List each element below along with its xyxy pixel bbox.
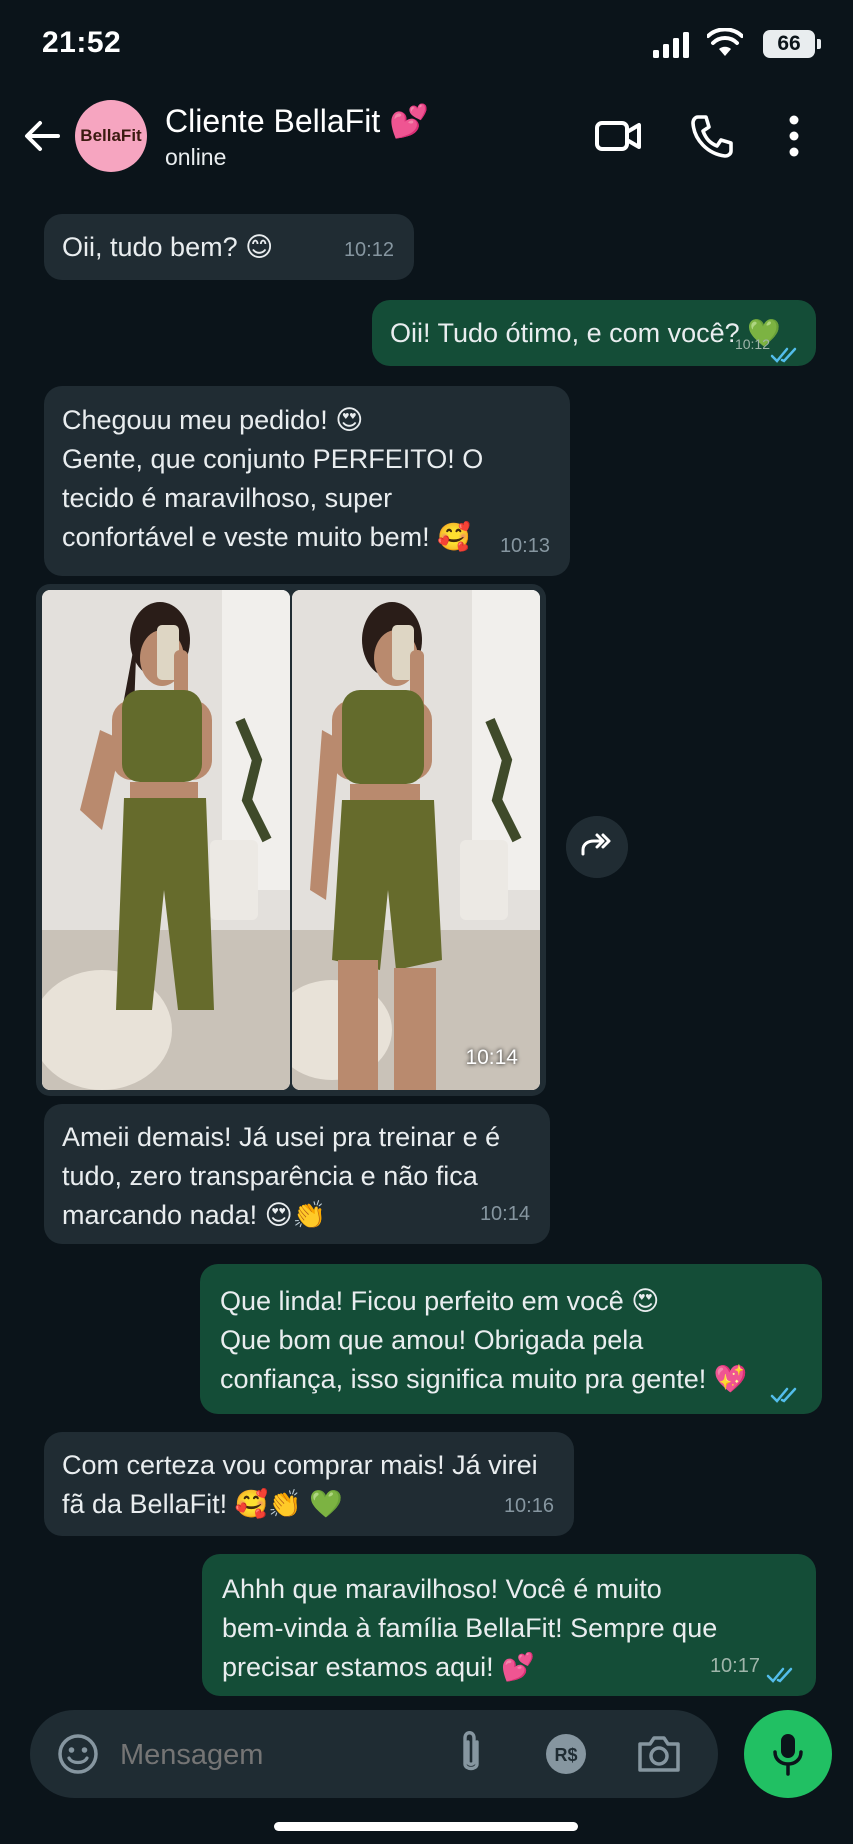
photo-2-image xyxy=(292,590,540,1090)
message-line: confortável e veste muito bem! 🥰 xyxy=(62,522,471,552)
message-line: fã da BellaFit! 🥰👏 💚 xyxy=(62,1489,343,1519)
message-line: Gente, que conjunto PERFEITO! O xyxy=(62,444,484,474)
read-ticks-icon xyxy=(770,1387,797,1403)
wifi-icon xyxy=(707,28,743,56)
phone-icon[interactable] xyxy=(688,112,736,160)
message-input[interactable] xyxy=(118,1728,422,1782)
message-time: 10:16 xyxy=(503,1495,554,1517)
photo-1-image xyxy=(42,590,290,1090)
signal-icon xyxy=(653,32,689,58)
avatar[interactable]: BellaFit xyxy=(75,100,147,172)
message-line: bem-vinda à família BellaFit! Sempre que xyxy=(222,1613,718,1643)
message-time: 10:12 xyxy=(343,239,394,261)
battery-indicator: 66 xyxy=(763,30,821,58)
status-time: 21:52 xyxy=(42,26,122,59)
home-indicator[interactable] xyxy=(274,1822,578,1831)
message-time: 10:14 xyxy=(479,1203,530,1225)
video-call-icon[interactable] xyxy=(594,112,642,160)
message-line: Com certeza vou comprar mais! Já virei xyxy=(62,1450,538,1480)
photo-time: 10:14 xyxy=(465,1046,518,1069)
message-line: tecido é maravilhoso, super xyxy=(62,483,393,513)
svg-text:R$: R$ xyxy=(554,1745,577,1765)
message-line: Que linda! Ficou perfeito em você 😍 xyxy=(220,1286,660,1316)
message-outgoing[interactable]: Que linda! Ficou perfeito em você 😍 Que … xyxy=(200,1264,822,1414)
contact-name[interactable]: Cliente BellaFit 💕 xyxy=(165,102,429,140)
message-line: Que bom que amou! Obrigada pela xyxy=(220,1325,644,1355)
payment-icon[interactable]: R$ xyxy=(544,1732,588,1776)
message-line: marcando nada! 😍👏 xyxy=(62,1200,327,1230)
message-incoming[interactable]: Oii, tudo bem? 😊 10:12 xyxy=(44,214,414,280)
message-line: Ameii demais! Já usei pra treinar e é xyxy=(62,1122,501,1152)
read-ticks-icon xyxy=(770,347,797,363)
message-text: Oii, tudo bem? 😊 xyxy=(62,232,274,262)
photo-message[interactable]: 10:14 xyxy=(36,584,546,1096)
message-incoming[interactable]: Com certeza vou comprar mais! Já virei f… xyxy=(44,1432,574,1536)
contact-status: online xyxy=(165,144,227,170)
message-text: Oii! Tudo ótimo, e com você? 💚 xyxy=(390,318,781,348)
more-vert-icon[interactable] xyxy=(770,112,818,160)
message-time: 10:17 xyxy=(709,1655,760,1677)
message-outgoing[interactable]: Ahhh que maravilhoso! Você é muito bem-v… xyxy=(202,1554,816,1696)
photo-2[interactable]: 10:14 xyxy=(292,590,540,1090)
mic-icon xyxy=(773,1734,803,1776)
message-outgoing[interactable]: Oii! Tudo ótimo, e com você? 💚 10:12 xyxy=(372,300,816,366)
forward-icon[interactable] xyxy=(566,816,628,878)
message-time: 10:13 xyxy=(499,535,550,557)
message-line: Ahhh que maravilhoso! Você é muito xyxy=(222,1574,662,1604)
attach-icon[interactable] xyxy=(450,1728,492,1780)
message-incoming[interactable]: Ameii demais! Já usei pra treinar e é tu… xyxy=(44,1104,550,1244)
emoji-icon[interactable] xyxy=(56,1732,100,1776)
back-arrow-icon[interactable] xyxy=(20,114,64,158)
message-line: Chegouu meu pedido! 😍 xyxy=(62,405,364,435)
message-incoming[interactable]: Chegouu meu pedido! 😍 Gente, que conjunt… xyxy=(44,386,570,576)
message-time: 10:12 xyxy=(734,336,770,352)
mic-button[interactable] xyxy=(744,1710,832,1798)
camera-icon[interactable] xyxy=(636,1732,682,1776)
message-line: confiança, isso significa muito pra gent… xyxy=(220,1364,748,1394)
message-line: tudo, zero transparência e não fica xyxy=(62,1161,478,1191)
photo-1[interactable] xyxy=(42,590,290,1090)
read-ticks-icon xyxy=(766,1667,793,1683)
